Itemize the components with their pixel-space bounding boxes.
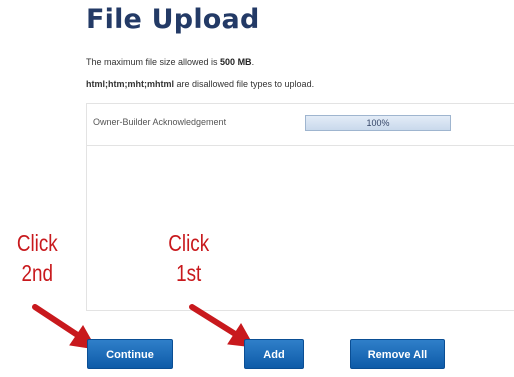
file-name: Owner-Builder Acknowledgement [93,117,227,127]
click-1st-line2: 1st [176,260,202,286]
max-size-text: The maximum file size allowed is [86,57,221,67]
arrow-to-add [189,304,243,340]
arrow-to-continue [32,304,85,341]
progress-label: 100% [366,118,390,128]
continue-button[interactable]: Continue [87,339,173,369]
disallowed-suffix: are disallowed file types to upload. [173,79,315,89]
click-1st-annotation: Click 1st [160,228,217,288]
max-file-size-note: The maximum file size allowed is 500 MB. [86,57,254,67]
upload-file-list: Owner-Builder Acknowledgement 100% [86,103,514,311]
remove-all-button[interactable]: Remove All [350,339,445,369]
add-button[interactable]: Add [244,339,304,369]
disallowed-types-note: html;htm;mht;mhtml are disallowed file t… [86,79,314,89]
max-size-suffix: . [251,57,255,67]
max-size-value: 500 MB [220,57,252,67]
file-row: Owner-Builder Acknowledgement 100% [87,104,514,146]
click-2nd-line1: Click [16,230,58,256]
click-1st-line1: Click [168,230,210,256]
page-title: File Upload [86,4,260,35]
disallowed-types: html;htm;mht;mhtml [86,79,174,89]
click-2nd-annotation: Click 2nd [2,228,73,288]
upload-progress-bar: 100% [305,115,451,131]
click-2nd-line2: 2nd [21,260,53,286]
